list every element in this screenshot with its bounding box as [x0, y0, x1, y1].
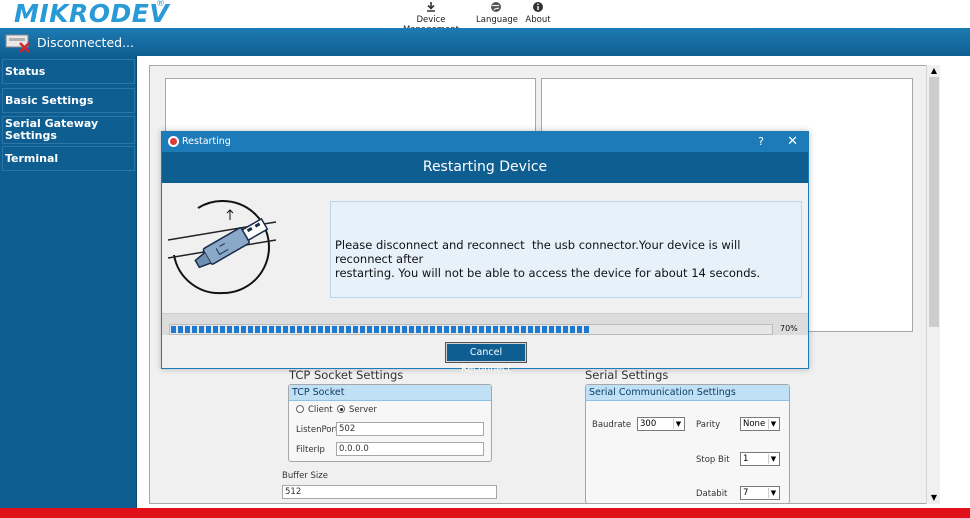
stop-bit-select[interactable]: 1 ▼ [740, 452, 780, 466]
scroll-down-icon[interactable]: ▼ [927, 492, 941, 504]
server-radio-dot [337, 405, 345, 413]
app-window: MIKRODEV ® Device Management Language Ab… [0, 0, 970, 518]
bottom-alert-bar [0, 508, 970, 518]
filter-ip-label: FilterIp [296, 445, 325, 455]
usb-connector-icon [167, 199, 278, 295]
scroll-up-icon[interactable]: ▲ [927, 65, 941, 77]
scrollbar-thumb[interactable] [929, 77, 939, 327]
globe-icon [476, 1, 516, 14]
chevron-down-icon: ▼ [673, 419, 683, 429]
client-radio-label: Client [308, 405, 333, 415]
info-icon [524, 1, 552, 14]
download-icon [392, 1, 470, 14]
buffer-size-input[interactable]: 512 [282, 485, 497, 499]
progress-fill [171, 326, 591, 333]
baudrate-value: 300 [640, 419, 657, 429]
parity-select[interactable]: None ▼ [740, 417, 780, 431]
restart-progress-bar [169, 324, 773, 335]
stop-bit-label: Stop Bit [696, 455, 730, 465]
vertical-scrollbar[interactable]: ▲ ▼ [926, 65, 940, 504]
restarting-dialog: Restarting ? ✕ Restarting Device Please … [161, 131, 809, 375]
gear-icon [168, 136, 179, 147]
about-button[interactable]: About [524, 1, 552, 25]
databit-label: Databit [696, 489, 728, 499]
sidebar: Status Basic Settings Serial Gateway Set… [0, 56, 137, 508]
baudrate-label: Baudrate [592, 420, 632, 430]
databit-select[interactable]: 7 ▼ [740, 486, 780, 500]
tcp-socket-group: TCP Socket Client Server ListenPort 502 … [288, 384, 492, 462]
connection-status-bar: Disconnected... [0, 28, 970, 56]
filter-ip-input[interactable]: 0.0.0.0 [336, 442, 484, 456]
stop-bit-value: 1 [743, 454, 749, 464]
buffer-size-label: Buffer Size [282, 471, 328, 481]
disconnected-device-icon [4, 31, 32, 53]
baudrate-select[interactable]: 300 ▼ [637, 417, 685, 431]
tcp-group-header: TCP Socket [289, 385, 491, 401]
sidebar-item-terminal[interactable]: Terminal [2, 146, 135, 171]
language-button[interactable]: Language [476, 1, 518, 25]
sidebar-item-basic-settings[interactable]: Basic Settings [2, 88, 135, 113]
listen-port-label: ListenPort [296, 425, 339, 435]
reconnect-message: Please disconnect and reconnect the usb … [335, 238, 761, 280]
parity-value: None [743, 419, 766, 429]
message-panel: Please disconnect and reconnect the usb … [330, 201, 802, 298]
registered-mark: ® [156, 0, 165, 9]
help-button[interactable]: ? [758, 132, 764, 152]
progress-percent: 70% [780, 324, 798, 333]
serial-section-title: Serial Settings [585, 368, 669, 382]
sidebar-item-serial-gateway-settings[interactable]: Serial Gateway Settings [2, 116, 135, 144]
dialog-titlebar: Restarting ? ✕ [162, 132, 808, 152]
top-bar: MIKRODEV ® Device Management Language Ab… [0, 0, 970, 35]
dialog-header: Restarting Device [162, 152, 808, 183]
listen-port-input[interactable]: 502 [336, 422, 484, 436]
chevron-down-icon: ▼ [768, 419, 778, 429]
brand-logo: MIKRODEV [14, 0, 170, 28]
progress-area: 70% [162, 313, 808, 335]
server-radio[interactable]: Server [337, 405, 377, 415]
chevron-down-icon: ▼ [768, 454, 778, 464]
serial-communication-group: Serial Communication Settings Baudrate 3… [585, 384, 790, 504]
server-radio-label: Server [349, 405, 377, 415]
cancel-reconnect-button[interactable]: Cancel Reconnect [445, 342, 527, 375]
serial-group-header: Serial Communication Settings [586, 385, 789, 401]
client-radio[interactable]: Client [296, 405, 333, 415]
about-label: About [525, 15, 551, 25]
chevron-down-icon: ▼ [768, 488, 778, 498]
client-radio-dot [296, 405, 304, 413]
databit-value: 7 [743, 488, 749, 498]
tcp-section-title: TCP Socket Settings [289, 368, 404, 382]
language-label: Language [476, 15, 518, 25]
parity-label: Parity [696, 420, 721, 430]
dialog-title: Restarting [182, 136, 231, 147]
connection-status-text: Disconnected... [37, 35, 134, 50]
sidebar-item-status[interactable]: Status [2, 59, 135, 84]
close-button[interactable]: ✕ [787, 132, 798, 152]
